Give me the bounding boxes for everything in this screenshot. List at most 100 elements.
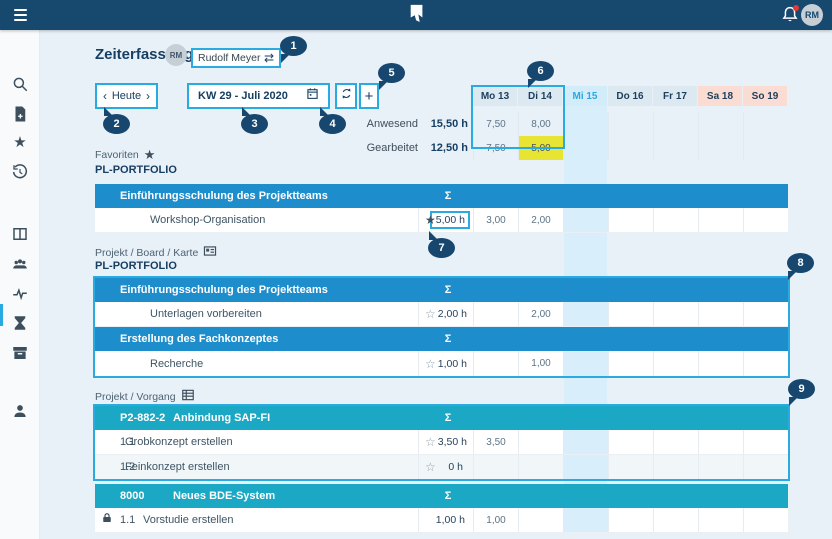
day-cell[interactable] [473,455,518,479]
group-title: Neues BDE-System [168,490,275,502]
week-picker[interactable]: KW 29 - Juli 2020 [187,83,330,109]
day-cell[interactable]: 1,00 [518,351,563,376]
day-cell[interactable] [563,208,608,232]
group-header-row[interactable]: 8000 Neues BDE-System Σ [95,484,788,508]
day-cell[interactable] [653,351,698,376]
today-button[interactable]: Heute [112,90,141,102]
group-header-row[interactable]: Einführungsschulung des Projektteams Σ [95,184,788,208]
board-icon[interactable] [11,225,29,243]
day-cell[interactable] [743,302,788,326]
prev-week-button[interactable] [103,90,107,102]
day-cell[interactable] [698,302,743,326]
day-header-do[interactable]: Do 16 [608,86,652,106]
day-cell[interactable] [743,508,788,532]
day-cell[interactable] [698,430,743,454]
day-cell[interactable] [698,508,743,532]
task-total-hours: 3,50 h [438,436,473,448]
activity-icon[interactable] [11,285,29,303]
day-header-mo[interactable]: Mo 13 [473,86,517,106]
notifications-bell-icon[interactable] [779,4,801,26]
day-cell[interactable] [608,208,653,232]
day-cell[interactable] [698,351,743,376]
day-cell[interactable] [473,351,518,376]
breadcrumb[interactable]: Projekt / Vorgang [95,388,195,405]
day-cell[interactable] [608,351,653,376]
day-cell[interactable]: 3,50 [473,430,518,454]
day-cell[interactable] [518,508,563,532]
day-cell[interactable]: 3,00 [473,208,518,232]
day-cell[interactable] [608,302,653,326]
next-week-button[interactable] [146,90,150,102]
day-cell[interactable]: 1,00 [473,508,518,532]
day-cell[interactable] [563,430,608,454]
favorite-star-toggle-icon[interactable] [425,213,436,227]
team-icon[interactable] [11,255,29,273]
day-cell[interactable]: 2,00 [518,208,563,232]
person-icon[interactable] [11,402,29,420]
day-header-mi-today[interactable]: Mi 15 [563,86,607,106]
task-label[interactable]: Feinkonzept erstellen [120,461,230,473]
task-label[interactable]: Unterlagen vorbereiten [95,308,262,320]
favorite-star-toggle-icon[interactable] [425,435,436,449]
day-cell[interactable] [563,508,608,532]
group-title: Anbindung SAP-FI [168,412,270,424]
favorite-star-toggle-icon[interactable] [425,460,436,474]
group-header-row[interactable]: Erstellung des Fachkonzeptes Σ [95,327,788,351]
user-switcher[interactable]: Rudolf Meyer [191,48,281,68]
task-label[interactable]: Vorstudie erstellen [138,514,234,526]
breadcrumb[interactable]: Projekt / Board / Karte [95,244,217,261]
task-label[interactable]: Workshop-Organisation [95,214,265,226]
add-task-button[interactable]: + [359,83,379,109]
day-cell[interactable] [563,302,608,326]
favorite-star-toggle-icon[interactable] [425,307,436,321]
day-cell[interactable] [653,208,698,232]
day-cell[interactable] [698,208,743,232]
favorites-label-text: Favoriten [95,149,139,161]
favorite-star-toggle-icon[interactable] [425,357,436,371]
day-cell[interactable] [518,455,563,479]
day-cell[interactable] [563,351,608,376]
hamburger-menu-icon[interactable] [14,9,27,21]
calendar-icon[interactable] [306,87,319,105]
day-cell[interactable] [518,430,563,454]
day-header-sa[interactable]: Sa 18 [698,86,742,106]
group-header-row[interactable]: Einführungsschulung des Projektteams Σ [95,278,788,302]
day-cell[interactable] [653,430,698,454]
day-cell[interactable] [743,455,788,479]
gearbeitet-so [743,136,788,160]
anwesend-label: Anwesend [340,118,427,130]
day-cell[interactable] [653,455,698,479]
day-header-fr[interactable]: Fr 17 [653,86,697,106]
day-cell[interactable] [698,455,743,479]
day-cell[interactable] [653,302,698,326]
day-cell[interactable] [608,508,653,532]
note-add-icon[interactable] [11,105,29,123]
history-icon[interactable] [11,163,29,181]
day-cell[interactable] [563,455,608,479]
callout-4: 4 [319,114,346,134]
time-recording-hourglass-icon[interactable] [11,314,29,332]
task-sum-cell: 3,50 h [418,430,473,454]
day-cell[interactable] [653,508,698,532]
day-cell[interactable] [608,455,653,479]
day-cell[interactable] [743,208,788,232]
day-cell[interactable] [743,351,788,376]
favorites-star-icon[interactable]: ★ [11,134,29,152]
day-cell[interactable] [473,302,518,326]
refresh-button[interactable] [335,83,357,109]
task-label[interactable]: Grobkonzept erstellen [120,436,233,448]
user-avatar[interactable]: RM [801,4,823,26]
search-icon[interactable] [11,75,29,93]
day-header-so[interactable]: So 19 [743,86,787,106]
day-cell[interactable]: 2,00 [518,302,563,326]
day-cell[interactable] [743,430,788,454]
day-cell[interactable] [608,430,653,454]
callout-1: 1 [280,36,307,56]
group-header-row[interactable]: P2-882-2 Anbindung SAP-FI Σ [95,406,788,430]
table-row: 1.1 Vorstudie erstellen 1,00 h 1,00 [95,508,788,533]
task-label[interactable]: Recherche [95,358,203,370]
day-header-di[interactable]: Di 14 [518,86,562,106]
gearbeitet-sa [698,136,743,160]
archive-icon[interactable] [11,344,29,362]
switch-user-icon[interactable] [264,49,274,67]
